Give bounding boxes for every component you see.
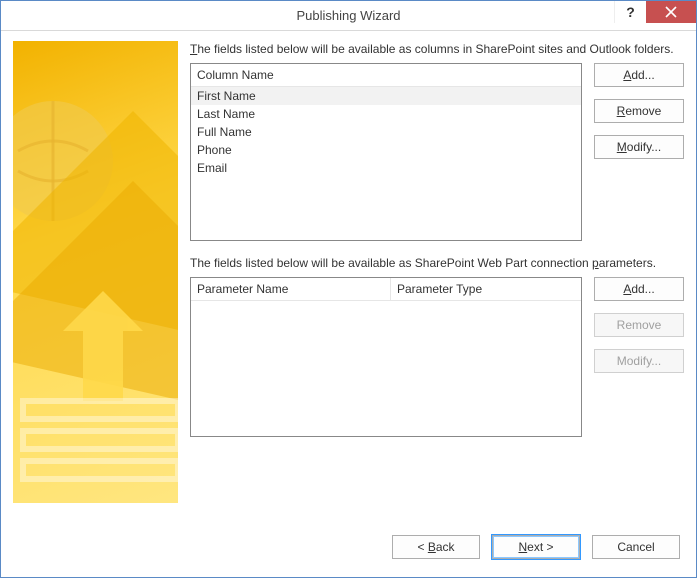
list-item[interactable]: Phone <box>191 141 581 159</box>
help-icon: ? <box>626 4 635 20</box>
columns-header-row: Column Name <box>191 64 581 87</box>
wizard-sidebar-art <box>13 41 178 503</box>
publishing-wizard-dialog: Publishing Wizard ? <box>0 0 697 578</box>
params-list-body <box>191 301 581 436</box>
params-section: Parameter Name Parameter Type Add... Rem… <box>190 277 684 437</box>
columns-remove-button[interactable]: Remove <box>594 99 684 123</box>
next-button[interactable]: Next > <box>492 535 580 559</box>
content-row: The fields listed below will be availabl… <box>1 31 696 517</box>
columns-modify-button[interactable]: Modify... <box>594 135 684 159</box>
list-item[interactable]: Email <box>191 159 581 177</box>
params-add-button[interactable]: Add... <box>594 277 684 301</box>
list-item[interactable]: Full Name <box>191 123 581 141</box>
params-header-name[interactable]: Parameter Name <box>191 278 391 300</box>
dialog-body: The fields listed below will be availabl… <box>1 31 696 577</box>
window-title: Publishing Wizard <box>296 8 400 23</box>
columns-list-body: First Name Last Name Full Name Phone Ema… <box>191 87 581 240</box>
wizard-footer: < Back Next > Cancel <box>1 517 696 577</box>
list-item[interactable]: First Name <box>191 87 581 105</box>
columns-section: Column Name First Name Last Name Full Na… <box>190 63 684 241</box>
params-modify-button: Modify... <box>594 349 684 373</box>
columns-button-column: Add... Remove Modify... <box>594 63 684 159</box>
titlebar: Publishing Wizard ? <box>1 1 696 31</box>
help-button[interactable]: ? <box>614 1 646 23</box>
params-header-type[interactable]: Parameter Type <box>391 278 581 300</box>
back-button[interactable]: < Back <box>392 535 480 559</box>
params-listbox[interactable]: Parameter Name Parameter Type <box>190 277 582 437</box>
params-remove-button: Remove <box>594 313 684 337</box>
columns-add-button[interactable]: Add... <box>594 63 684 87</box>
columns-intro-text: The fields listed below will be availabl… <box>190 41 684 57</box>
close-icon <box>665 6 677 18</box>
titlebar-controls: ? <box>614 1 696 30</box>
params-button-column: Add... Remove Modify... <box>594 277 684 373</box>
close-button[interactable] <box>646 1 696 23</box>
params-header-row: Parameter Name Parameter Type <box>191 278 581 301</box>
params-intro-text: The fields listed below will be availabl… <box>190 255 684 271</box>
columns-header-name[interactable]: Column Name <box>191 64 581 86</box>
cancel-button[interactable]: Cancel <box>592 535 680 559</box>
list-item[interactable]: Last Name <box>191 105 581 123</box>
main-panel: The fields listed below will be availabl… <box>190 41 684 517</box>
columns-listbox[interactable]: Column Name First Name Last Name Full Na… <box>190 63 582 241</box>
